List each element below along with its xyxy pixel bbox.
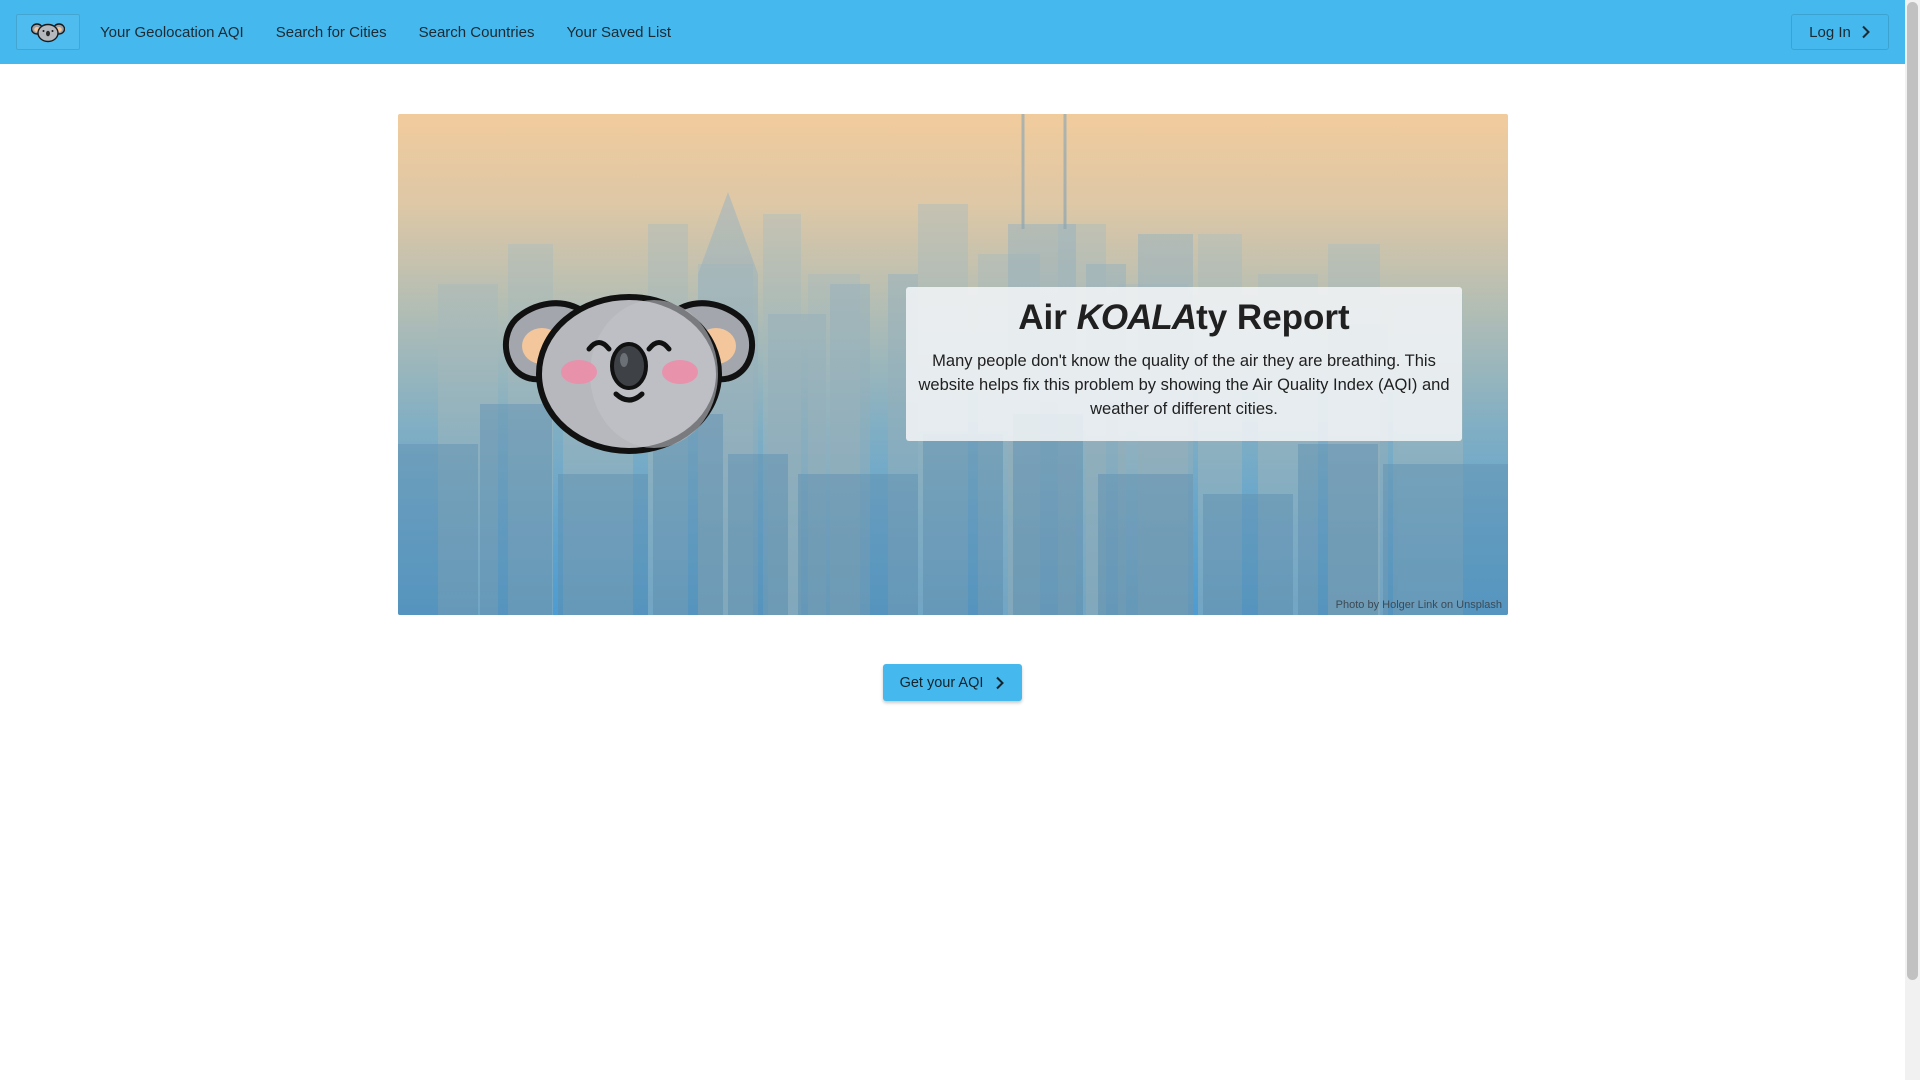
get-aqi-label: Get your AQI	[899, 674, 984, 691]
title-prefix: Air	[1018, 298, 1077, 337]
nav-link-geolocation-aqi[interactable]: Your Geolocation AQI	[84, 0, 260, 64]
chevron-right-icon	[996, 676, 1005, 689]
page-title: Air KOALAty Report	[906, 297, 1462, 339]
koala-face-icon	[502, 294, 756, 454]
get-aqi-button[interactable]: Get your AQI	[883, 664, 1022, 701]
title-suffix: ty Report	[1196, 298, 1350, 337]
hero-banner: Air KOALAty Report Many people don't kno…	[398, 114, 1508, 615]
photo-credit: Photo by Holger Link on Unsplash	[1335, 599, 1502, 611]
chevron-right-icon	[1862, 25, 1870, 39]
koala-icon	[31, 23, 65, 43]
nav-links: Your Geolocation AQI Search for Cities S…	[84, 0, 687, 64]
home-logo-button[interactable]	[16, 14, 80, 50]
intro-card: Air KOALAty Report Many people don't kno…	[906, 287, 1462, 441]
login-button[interactable]: Log In	[1791, 14, 1889, 50]
nav-link-search-countries[interactable]: Search Countries	[403, 0, 551, 64]
intro-description: Many people don't know the quality of th…	[918, 352, 1450, 418]
title-emphasis: KOALA	[1076, 298, 1197, 337]
login-label: Log In	[1809, 23, 1851, 41]
page-scrollbar-thumb[interactable]	[1907, 2, 1918, 980]
nav-link-saved-list[interactable]: Your Saved List	[551, 0, 688, 64]
nav-link-search-cities[interactable]: Search for Cities	[260, 0, 403, 64]
top-navbar: Your Geolocation AQI Search for Cities S…	[0, 0, 1905, 64]
